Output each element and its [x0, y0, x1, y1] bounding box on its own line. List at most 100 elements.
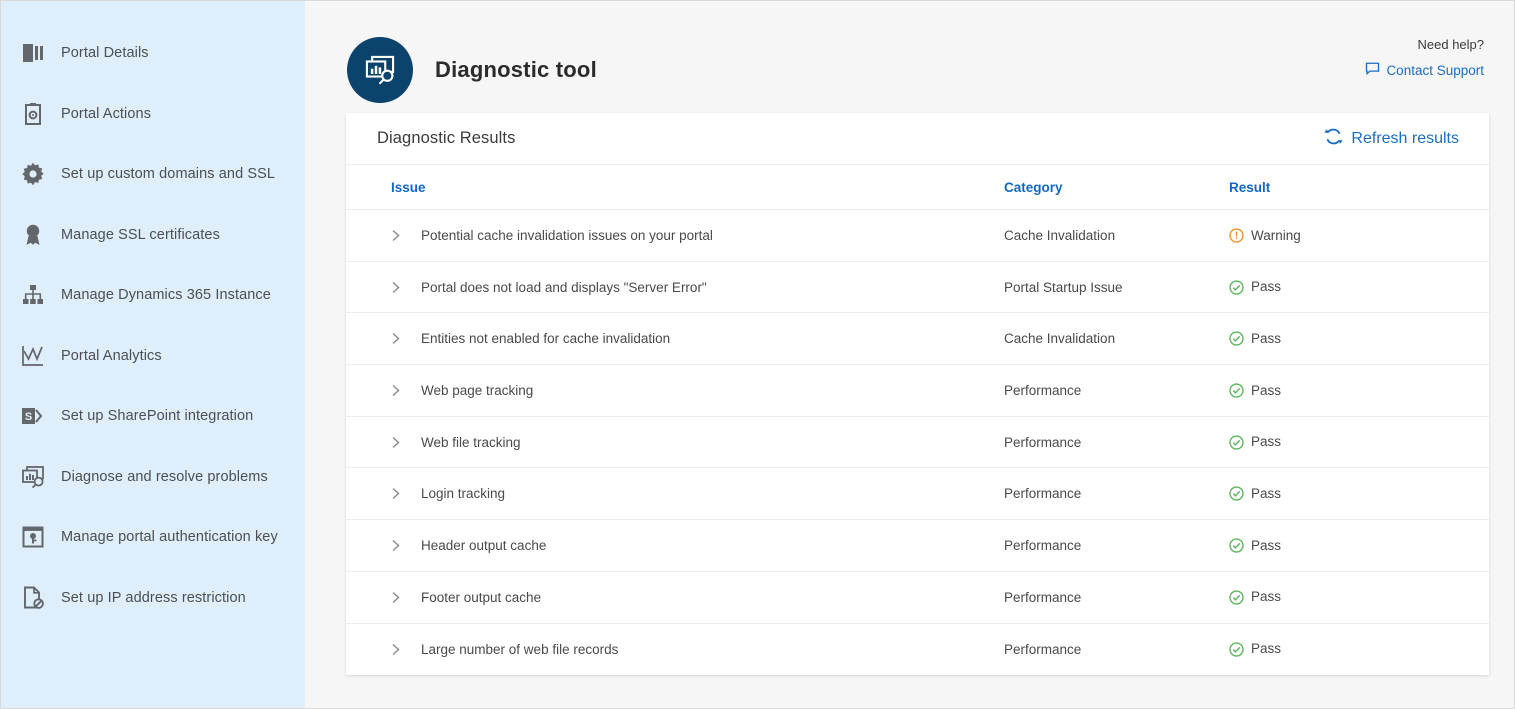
table-row[interactable]: Large number of web file records Performa… — [346, 623, 1489, 675]
pass-icon — [1229, 280, 1244, 295]
result-label: Pass — [1251, 280, 1281, 294]
sidebar-item-manage-portal-authentication-key[interactable]: Manage portal authentication key — [1, 507, 305, 568]
column-header-category: Category — [1004, 165, 1229, 210]
issue-label: Footer output cache — [421, 590, 541, 605]
sidebar-item-sharepoint-integration[interactable]: S Set up SharePoint integration — [1, 386, 305, 447]
expand-chevron-icon[interactable] — [391, 591, 413, 604]
result-label: Pass — [1251, 539, 1281, 553]
issue-label: Web file tracking — [421, 435, 521, 450]
result-label: Warning — [1251, 229, 1301, 243]
sidebar-item-portal-actions[interactable]: Portal Actions — [1, 84, 305, 145]
result-label: Pass — [1251, 487, 1281, 501]
table-header-row: Issue Category Result — [346, 165, 1489, 210]
result-label: Pass — [1251, 332, 1281, 346]
sidebar-item-label: Portal Details — [61, 45, 149, 61]
expand-chevron-icon[interactable] — [391, 332, 413, 345]
certificate-icon — [15, 222, 51, 248]
page-title: Diagnostic tool — [435, 57, 597, 83]
cell-category: Performance — [1004, 520, 1229, 572]
issue-label: Header output cache — [421, 538, 546, 553]
result-label: Pass — [1251, 590, 1281, 604]
cell-result: Pass — [1229, 416, 1489, 468]
clipboard-gear-icon — [15, 101, 51, 127]
document-block-icon — [15, 585, 51, 611]
cell-category: Performance — [1004, 416, 1229, 468]
result-label: Pass — [1251, 435, 1281, 449]
cell-result: Pass — [1229, 520, 1489, 572]
expand-chevron-icon[interactable] — [391, 384, 413, 397]
page-title-group: Diagnostic tool — [347, 37, 597, 103]
sidebar-item-manage-dynamics-365-instance[interactable]: Manage Dynamics 365 Instance — [1, 265, 305, 326]
issue-label: Potential cache invalidation issues on y… — [421, 228, 713, 243]
issue-label: Entities not enabled for cache invalidat… — [421, 331, 670, 346]
cell-category: Performance — [1004, 623, 1229, 675]
pass-icon — [1229, 435, 1244, 450]
hierarchy-icon — [15, 282, 51, 308]
sidebar-item-manage-ssl-certificates[interactable]: Manage SSL certificates — [1, 205, 305, 266]
cell-issue: Web page tracking — [346, 365, 1004, 417]
table-row[interactable]: Login trackingPerformancePass — [346, 468, 1489, 520]
cell-issue: Potential cache invalidation issues on y… — [346, 210, 1004, 262]
pass-icon — [1229, 538, 1244, 553]
expand-chevron-icon[interactable] — [391, 643, 413, 656]
cell-category: Cache Invalidation — [1004, 313, 1229, 365]
refresh-results-label: Refresh results — [1351, 130, 1459, 148]
cell-issue: Header output cache — [346, 520, 1004, 572]
expand-chevron-icon[interactable] — [391, 487, 413, 500]
cell-result: Pass — [1229, 623, 1489, 675]
table-row[interactable]: Potential cache invalidation issues on y… — [346, 210, 1489, 262]
refresh-icon — [1324, 127, 1343, 151]
cell-result: Pass — [1229, 261, 1489, 313]
cell-result: Pass — [1229, 365, 1489, 417]
cell-issue: Login tracking — [346, 468, 1004, 520]
cell-category: Cache Invalidation — [1004, 210, 1229, 262]
sidebar-item-label: Set up SharePoint integration — [61, 408, 253, 424]
issue-label: Web page tracking — [421, 383, 533, 398]
table-row[interactable]: Web page tracking PerformancePass — [346, 365, 1489, 417]
table-row[interactable]: Entities not enabled for cache invalidat… — [346, 313, 1489, 365]
expand-chevron-icon[interactable] — [391, 539, 413, 552]
pass-icon — [1229, 590, 1244, 605]
sidebar-item-custom-domains-ssl[interactable]: Set up custom domains and SSL — [1, 144, 305, 205]
diagnostic-tool-page: Portal Details Portal Actions Set up cus… — [0, 0, 1515, 709]
table-row[interactable]: Web file tracking Performance Pass — [346, 416, 1489, 468]
sidebar: Portal Details Portal Actions Set up cus… — [1, 1, 305, 708]
cell-result: Pass — [1229, 571, 1489, 623]
cell-result: Warning — [1229, 210, 1489, 262]
result-label: Pass — [1251, 642, 1281, 656]
expand-chevron-icon[interactable] — [391, 281, 413, 294]
expand-chevron-icon[interactable] — [391, 229, 413, 242]
sidebar-item-label: Manage Dynamics 365 Instance — [61, 287, 271, 303]
sidebar-item-diagnose-resolve-problems[interactable]: Diagnose and resolve problems — [1, 447, 305, 508]
contact-support-link[interactable]: Contact Support — [1365, 61, 1484, 79]
issue-label: Large number of web file records — [421, 642, 618, 657]
cell-category: Performance — [1004, 365, 1229, 417]
sidebar-item-portal-analytics[interactable]: Portal Analytics — [1, 326, 305, 387]
issue-label: Portal does not load and displays "Serve… — [421, 280, 707, 295]
pass-icon — [1229, 383, 1244, 398]
card-header: Diagnostic Results Refresh results — [346, 113, 1489, 165]
contact-support-label: Contact Support — [1386, 63, 1484, 78]
cell-issue: Entities not enabled for cache invalidat… — [346, 313, 1004, 365]
sidebar-item-portal-details[interactable]: Portal Details — [1, 23, 305, 84]
column-header-issue: Issue — [346, 165, 1004, 210]
table-row[interactable]: Footer output cache Performance Pass — [346, 571, 1489, 623]
cell-category: Portal Startup Issue — [1004, 261, 1229, 313]
sidebar-item-label: Set up custom domains and SSL — [61, 166, 275, 182]
sidebar-item-label: Manage portal authentication key — [61, 529, 278, 545]
footer-spacer — [305, 690, 1514, 708]
sharepoint-icon: S — [15, 403, 51, 429]
diagnostic-icon — [347, 37, 413, 103]
refresh-results-button[interactable]: Refresh results — [1324, 127, 1459, 151]
sidebar-item-ip-address-restriction[interactable]: Set up IP address restriction — [1, 568, 305, 629]
table-row[interactable]: Header output cache Performance Pass — [346, 520, 1489, 572]
table-header: Issue Category Result — [346, 165, 1489, 210]
cell-category: Performance — [1004, 571, 1229, 623]
cell-issue: Portal does not load and displays "Serve… — [346, 261, 1004, 313]
help-group: Need help? Contact Support — [1365, 37, 1484, 79]
table-row[interactable]: Portal does not load and displays "Serve… — [346, 261, 1489, 313]
sidebar-item-label: Diagnose and resolve problems — [61, 469, 268, 485]
page-header: Diagnostic tool Need help? Contact Suppo… — [305, 1, 1514, 105]
expand-chevron-icon[interactable] — [391, 436, 413, 449]
cell-issue: Web file tracking — [346, 416, 1004, 468]
